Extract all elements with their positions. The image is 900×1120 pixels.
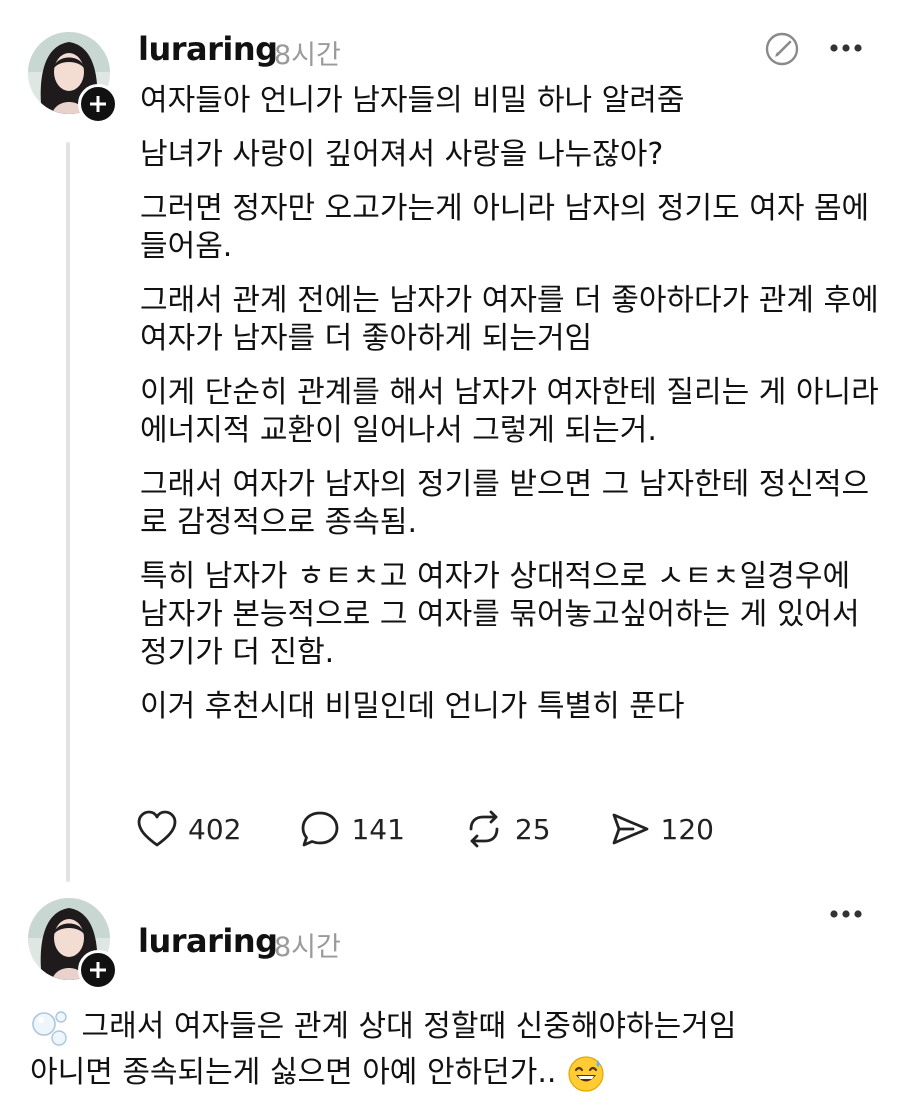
username[interactable]: luraring [138, 30, 278, 68]
reply-line: 그래서 여자들은 관계 상대 정할때 신중해야하는거임 [30, 1004, 880, 1050]
compose-icon[interactable] [763, 30, 801, 72]
post-line: 그래서 여자가 남자의 정기를 받으면 그 남자한테 정신적으로 감정적으로 종… [140, 467, 870, 540]
post-line: 이게 단순히 관계를 해서 남자가 여자한테 질리는 게 아니라 에너지적 교환… [140, 375, 879, 448]
follow-plus-icon[interactable] [78, 84, 118, 124]
reply-line-text: 아니면 종속되는게 싫으면 아예 안하던가.. [30, 1055, 557, 1090]
more-icon[interactable] [828, 38, 864, 62]
sweat-smile-icon [568, 1055, 604, 1092]
username[interactable]: luraring [138, 922, 278, 960]
like-count: 402 [188, 812, 242, 846]
reply-body: 그래서 여자들은 관계 상대 정할때 신중해야하는거임 아니면 종속되는게 싫으… [30, 1004, 880, 1096]
repost-icon [469, 810, 499, 848]
follow-plus-icon[interactable] [78, 950, 118, 990]
repost-button[interactable]: 25 [463, 809, 551, 849]
thread-line [66, 142, 70, 882]
heart-icon [137, 810, 177, 847]
share-button[interactable]: 120 [609, 809, 714, 849]
like-button[interactable]: 402 [136, 809, 241, 849]
post-line: 특히 남자가 ㅎㅌㅊ고 여자가 상대적으로 ㅅㅌㅊ일경우에 남자가 본능적으로 … [140, 559, 860, 670]
reply-post: luraring 8시간 그래서 여자들은 관계 상대 정할때 신중해야하는거임… [0, 880, 900, 1120]
reply-line: 아니면 종속되는게 싫으면 아예 안하던가.. [30, 1050, 880, 1096]
post-line: 이거 후천시대 비밀인데 언니가 특별히 푼다 [140, 689, 685, 724]
post-line: 그러면 정자만 오고가는게 아니라 남자의 정기도 여자 몸에 들어옴. [140, 191, 870, 264]
post-line: 여자들아 언니가 남자들의 비밀 하나 알려줌 [140, 83, 685, 118]
comment-icon [302, 811, 339, 847]
comment-count: 141 [351, 812, 405, 846]
post-line: 남녀가 사랑이 깊어져서 사랑을 나누잖아? [140, 137, 664, 172]
post-line: 그래서 관계 전에는 남자가 여자를 더 좋아하다가 관계 후에 여자가 남자를… [140, 283, 879, 356]
timestamp: 8시간 [274, 40, 341, 71]
bubbles-icon [32, 1010, 67, 1046]
comment-button[interactable]: 141 [299, 809, 405, 849]
timestamp: 8시간 [274, 932, 341, 963]
post-body: 여자들아 언니가 남자들의 비밀 하나 알려줌 남녀가 사랑이 깊어져서 사랑을… [140, 82, 880, 742]
share-count: 120 [660, 812, 714, 846]
reply-line-text: 그래서 여자들은 관계 상대 정할때 신중해야하는거임 [81, 1009, 737, 1044]
more-icon[interactable] [828, 904, 864, 928]
repost-count: 25 [514, 812, 551, 846]
post: luraring 8시간 여자들아 언니가 남자들의 비밀 하나 알려줌 남녀가… [0, 0, 900, 882]
share-icon [612, 813, 648, 845]
action-bar: 402 141 25 120 [136, 806, 772, 852]
